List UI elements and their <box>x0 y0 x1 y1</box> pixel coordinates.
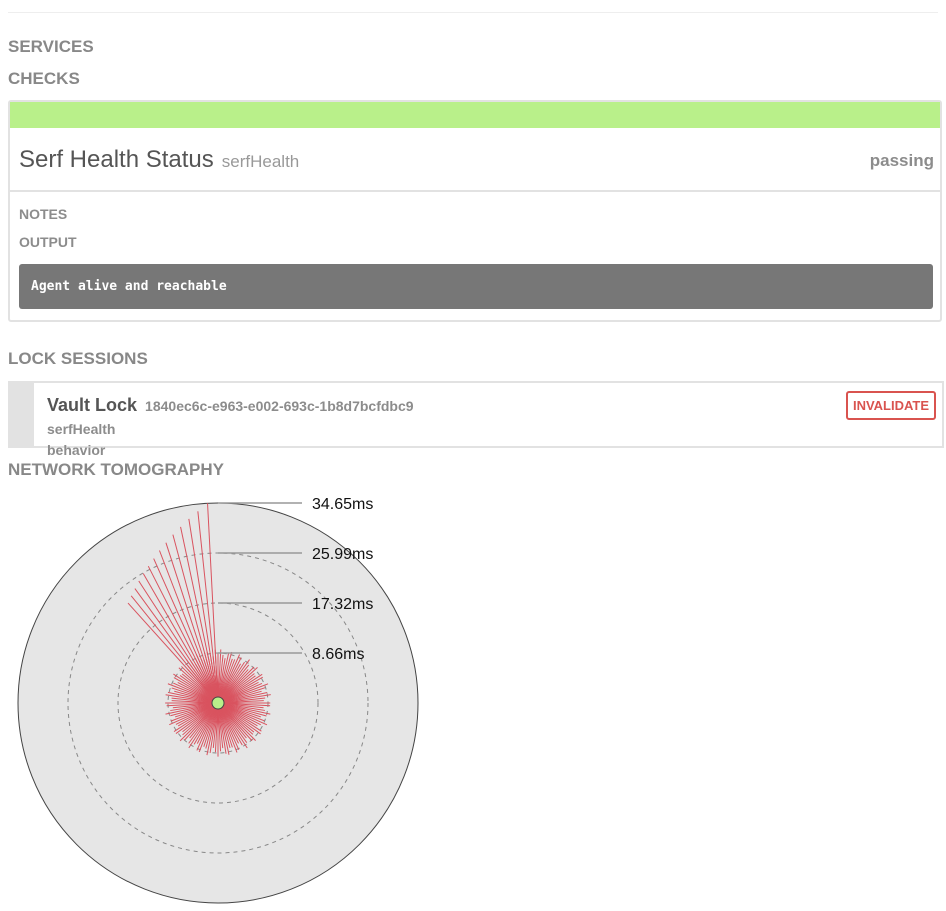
check-id: serfHealth <box>221 152 300 171</box>
check-status: passing <box>869 151 934 170</box>
lock-check: serfHealth <box>47 421 116 437</box>
check-name: Serf Health Status <box>19 146 214 173</box>
tomography-ring-label: 8.66ms <box>312 646 364 663</box>
services-heading[interactable]: SERVICES <box>8 37 94 57</box>
lock-title: Vault Lock 1840ec6c-e963-e002-693c-1b8d7… <box>47 395 414 416</box>
invalidate-button[interactable]: INVALIDATE <box>846 391 936 420</box>
lock-name: Vault Lock <box>47 395 138 415</box>
output-label: OUTPUT <box>19 234 77 250</box>
lock-behavior: behavior <box>47 442 106 458</box>
tomography-ring-label: 25.99ms <box>312 546 373 563</box>
check-panel: Serf Health Status serfHealth passing NOT… <box>8 100 942 322</box>
top-divider <box>8 12 938 13</box>
lock-session-row: Vault Lock 1840ec6c-e963-e002-693c-1b8d7… <box>8 381 944 458</box>
notes-label: NOTES <box>19 206 68 222</box>
network-tomography-heading: NETWORK TOMOGRAPHY <box>8 460 224 479</box>
tomography-ring-label: 17.32ms <box>312 596 373 613</box>
tomography-ring-label: 34.65ms <box>312 496 373 513</box>
check-title: Serf Health Status serfHealth <box>19 146 299 174</box>
tomography-center-node <box>211 696 225 710</box>
check-header: Serf Health Status serfHealth passing <box>10 128 940 192</box>
network-tomography-chart: 34.65ms 25.99ms 17.32ms 8.66ms <box>17 496 419 904</box>
lock-session-marker <box>8 381 34 448</box>
lock-id: 1840ec6c-e963-e002-693c-1b8d7bcfdbc9 <box>145 398 414 414</box>
check-status-bar <box>10 102 940 128</box>
lock-sessions-heading: LOCK SESSIONS <box>8 349 148 368</box>
check-output: Agent alive and reachable <box>19 264 933 309</box>
checks-heading[interactable]: CHECKS <box>8 69 80 89</box>
